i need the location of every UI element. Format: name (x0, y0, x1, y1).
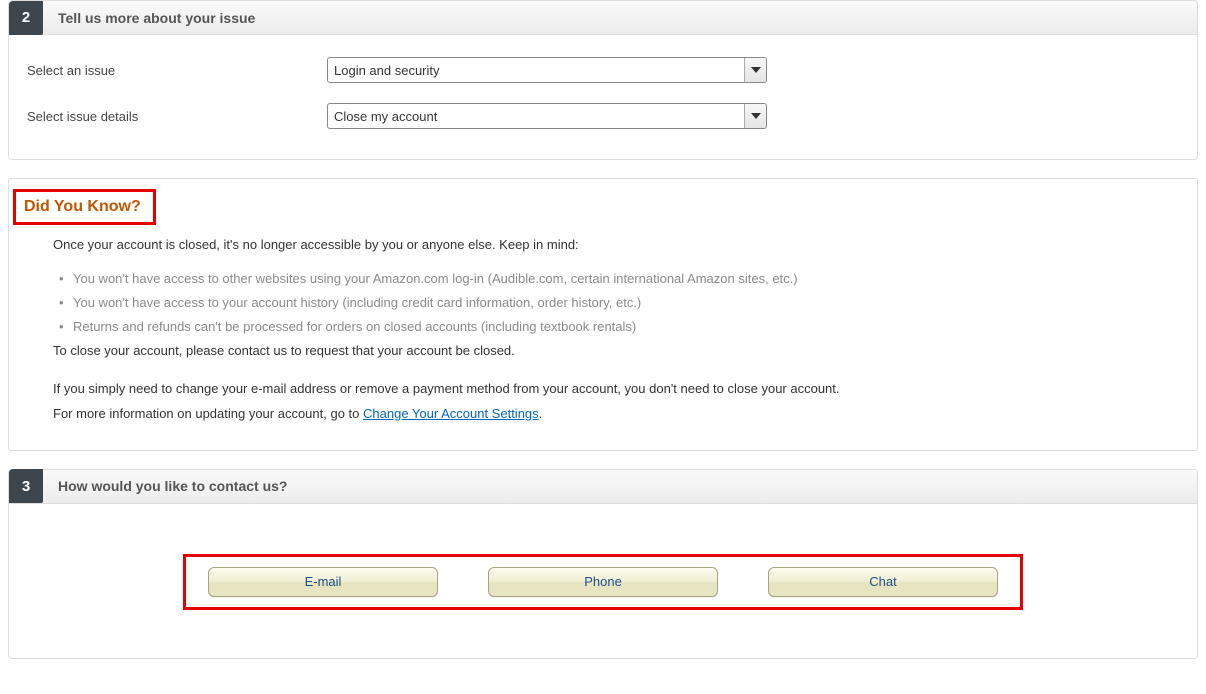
step-3-header: 3 How would you like to contact us? (9, 470, 1197, 504)
change-account-settings-link[interactable]: Change Your Account Settings (363, 406, 539, 421)
dyk-para3: For more information on updating your ac… (53, 404, 1153, 424)
details-row: Select issue details Close my account (27, 103, 1179, 129)
step-2-header: 2 Tell us more about your issue (9, 1, 1197, 35)
step-2-number: 2 (9, 1, 43, 35)
dyk-para3-suffix: . (539, 406, 543, 421)
dyk-bullet: You won't have access to your account hi… (53, 291, 1153, 315)
issue-row: Select an issue Login and security (27, 57, 1179, 83)
step-3-panel: 3 How would you like to contact us? E-ma… (8, 469, 1198, 659)
step-3-number: 3 (9, 469, 43, 503)
issue-select-wrap: Login and security (327, 57, 767, 83)
step-2-body: Select an issue Login and security Selec… (9, 35, 1197, 159)
step-2-title: Tell us more about your issue (58, 10, 255, 26)
did-you-know-body: Once your account is closed, it's no lon… (9, 225, 1197, 424)
step-2-panel: 2 Tell us more about your issue Select a… (8, 0, 1198, 160)
phone-button[interactable]: Phone (488, 567, 718, 597)
issue-label: Select an issue (27, 63, 327, 78)
dyk-bullet: Returns and refunds can't be processed f… (53, 315, 1153, 339)
dyk-bullet: You won't have access to other websites … (53, 267, 1153, 291)
dyk-intro: Once your account is closed, it's no lon… (53, 235, 1153, 255)
details-select-wrap: Close my account (327, 103, 767, 129)
contact-options-highlight: E-mail Phone Chat (183, 554, 1023, 610)
did-you-know-panel: Did You Know? Once your account is close… (8, 178, 1198, 451)
did-you-know-highlight: Did You Know? (13, 189, 156, 225)
step-3-body: E-mail Phone Chat (9, 504, 1197, 658)
step-3-title: How would you like to contact us? (58, 478, 287, 494)
dyk-close-line: To close your account, please contact us… (53, 341, 1153, 361)
details-label: Select issue details (27, 109, 327, 124)
dyk-bullet-list: You won't have access to other websites … (53, 267, 1153, 339)
issue-select[interactable]: Login and security (327, 57, 767, 83)
dyk-para3-prefix: For more information on updating your ac… (53, 406, 363, 421)
email-button[interactable]: E-mail (208, 567, 438, 597)
details-select[interactable]: Close my account (327, 103, 767, 129)
chat-button[interactable]: Chat (768, 567, 998, 597)
did-you-know-heading: Did You Know? (24, 198, 141, 215)
dyk-para2: If you simply need to change your e-mail… (53, 379, 1153, 399)
